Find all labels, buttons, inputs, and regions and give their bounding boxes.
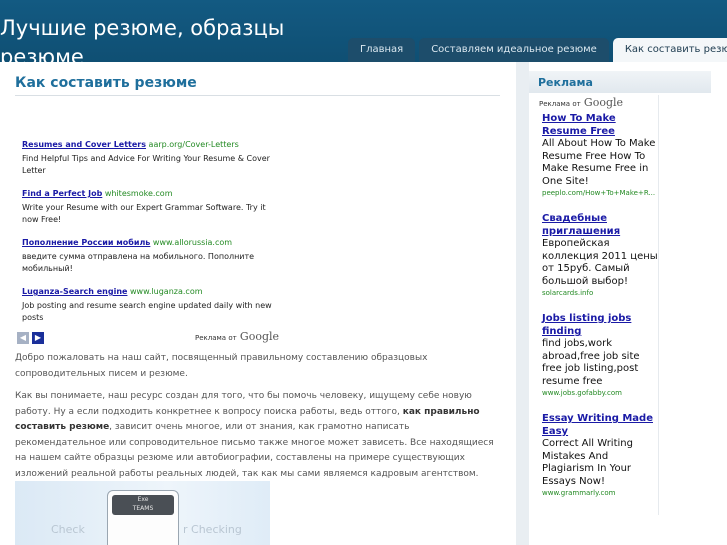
sidebar-header: Реклама [529,71,711,93]
title-divider [15,95,500,96]
ad-item: Find a Perfect Job whitesmoke.com Write … [22,188,272,226]
next-arrow-icon[interactable]: ▶ [32,332,44,344]
ad-item: Resumes and Cover Letters aarp.org/Cover… [22,139,272,177]
body-paragraph: Как вы понимаете, наш ресурс создан для … [15,391,494,479]
ad-url[interactable]: www.luganza.com [130,287,203,296]
ad-link[interactable]: Luganza-Search engine [22,287,127,296]
nav-tab-ideal-resume[interactable]: Составляем идеальное резюме [419,38,609,62]
sidebar-ad-text: find jobs,work abroad,free job site free… [542,338,640,387]
ad-link[interactable]: Пополнение России мобиль [22,238,150,247]
sidebar-ad-item: How To Make Resume Free All About How To… [542,112,662,199]
promo-image[interactable]: Check r Checking Exe TEAMS [15,481,270,545]
ad-item: Пополнение России мобиль www.allorussia.… [22,237,272,275]
ad-pager: ◀ ▶ [17,332,47,344]
site-title[interactable]: Лучшие резюме, образцы резюме [0,14,330,62]
ad-block: Resumes and Cover Letters aarp.org/Cover… [22,139,272,335]
ad-link[interactable]: Resumes and Cover Letters [22,140,146,149]
sidebar-title: Реклама [538,76,593,89]
google-logo: Google [239,330,280,343]
google-logo: Google [583,96,624,109]
main-nav: Главная Составляем идеальное резюме Как … [348,38,727,62]
promo-app-icon: Exe TEAMS [107,490,179,545]
sidebar-ad-link[interactable]: Jobs listing jobs finding [542,312,662,338]
prev-arrow-icon[interactable]: ◀ [17,332,29,344]
sidebar-ads: How To Make Resume Free All About How To… [542,112,662,512]
ad-item: Luganza-Search engine www.luganza.com Jo… [22,286,272,324]
nav-tab-how-to-write[interactable]: Как составить резюме [612,38,727,62]
ad-description: введите сумма отправлена на мобильного. … [22,252,255,273]
sidebar-ad-url[interactable]: solarcards.info [542,288,662,299]
sidebar-ad-item: Essay Writing Made Easy Correct All Writ… [542,412,662,499]
site-header: Лучшие резюме, образцы резюме Главная Со… [0,0,727,62]
sidebar-ad-link[interactable]: How To Make Resume Free [542,112,662,138]
ad-description: Job posting and resume search engine upd… [22,301,272,322]
ad-url[interactable]: www.allorussia.com [153,238,232,247]
sidebar-ads-by-google[interactable]: Реклама от Google [539,96,623,109]
nav-tab-home[interactable]: Главная [348,38,416,62]
sidebar-ad-text: All About How To Make Resume Free How To… [542,138,656,187]
ad-url[interactable]: aarp.org/Cover-Letters [149,140,239,149]
ad-description: Find Helpful Tips and Advice For Writing… [22,154,270,175]
ad-link[interactable]: Find a Perfect Job [22,189,102,198]
sidebar-ad-url[interactable]: www.jobs.gofabby.com [542,388,662,399]
intro-paragraph: Добро пожаловать на наш сайт, посвященны… [15,353,428,379]
ad-url[interactable]: whitesmoke.com [105,189,173,198]
ads-by-google[interactable]: Реклама от Google [195,330,279,343]
sidebar-ad-url[interactable]: www.grammarly.com [542,488,662,499]
sidebar-ad-item: Jobs listing jobs finding find jobs,work… [542,312,662,399]
sidebar-ad-link[interactable]: Свадебные приглашения [542,212,662,238]
main-content: Как составить резюме Resumes and Cover L… [0,62,516,545]
sidebar-ad-text: Европейская коллекция 2011 цены от 15руб… [542,238,658,287]
sidebar-ad-item: Свадебные приглашения Европейская коллек… [542,212,662,299]
sidebar: Реклама Реклама от Google How To Make Re… [529,62,727,545]
sidebar-ad-text: Correct All Writing Mistakes And Plagiar… [542,438,633,487]
page-title: Как составить резюме [15,75,197,91]
sidebar-ad-link[interactable]: Essay Writing Made Easy [542,412,662,438]
ad-description: Write your Resume with our Expert Gramma… [22,203,266,224]
sidebar-ad-url[interactable]: peeplo.com/How+To+Make+R... [542,188,662,199]
